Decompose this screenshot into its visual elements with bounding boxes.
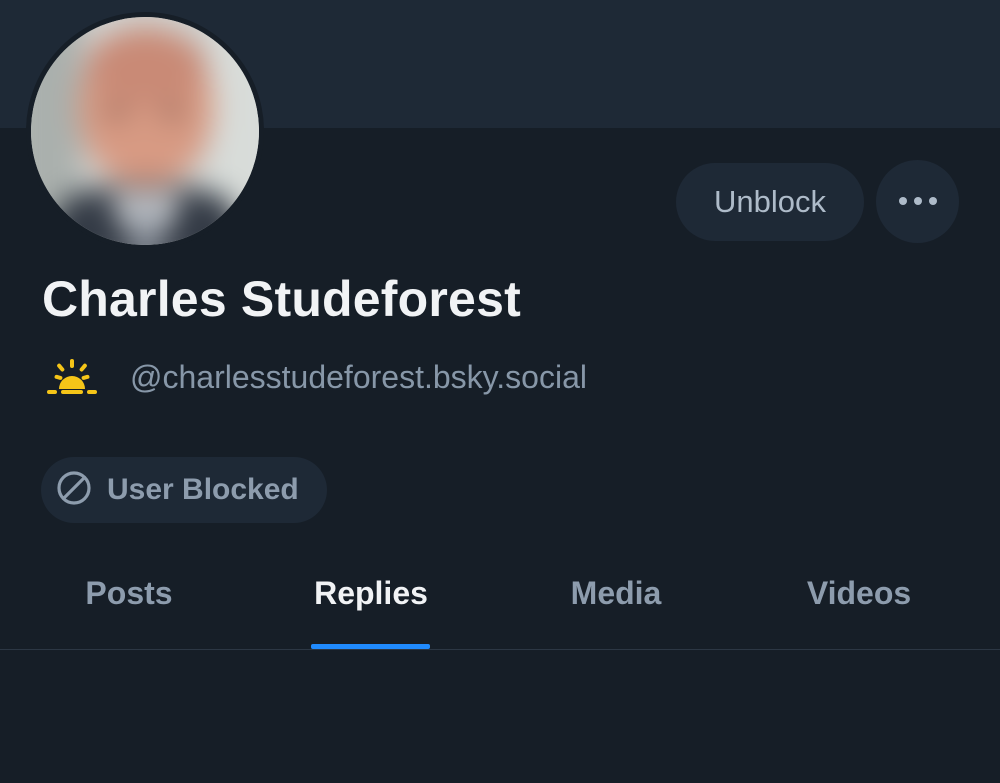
profile-tabs: Posts Replies Media Videos — [0, 555, 1000, 650]
tab-posts[interactable]: Posts — [4, 555, 254, 649]
unblock-button[interactable]: Unblock — [676, 163, 864, 241]
handle-row: @charlesstudeforest.bsky.social — [44, 352, 587, 402]
tab-media[interactable]: Media — [491, 555, 741, 649]
more-options-button[interactable] — [876, 160, 959, 243]
tab-videos-label: Videos — [806, 575, 912, 611]
avatar[interactable] — [26, 12, 264, 250]
display-name: Charles Studeforest — [42, 271, 521, 327]
tab-posts-label: Posts — [85, 575, 173, 611]
tab-videos[interactable]: Videos — [734, 555, 984, 649]
tab-media-label: Media — [570, 575, 662, 611]
avatar-blurred-photo — [31, 17, 259, 245]
sunrise-icon — [44, 357, 100, 397]
tab-replies[interactable]: Replies — [246, 555, 496, 649]
unblock-button-label: Unblock — [714, 184, 826, 219]
profile-handle: @charlesstudeforest.bsky.social — [130, 358, 587, 395]
user-blocked-badge: User Blocked — [41, 457, 327, 523]
user-blocked-label: User Blocked — [107, 473, 299, 506]
active-tab-indicator — [311, 644, 430, 649]
avatar-image — [31, 17, 259, 245]
more-horizontal-icon — [898, 193, 938, 211]
block-circle-icon — [56, 470, 92, 511]
tab-replies-label: Replies — [314, 575, 428, 611]
